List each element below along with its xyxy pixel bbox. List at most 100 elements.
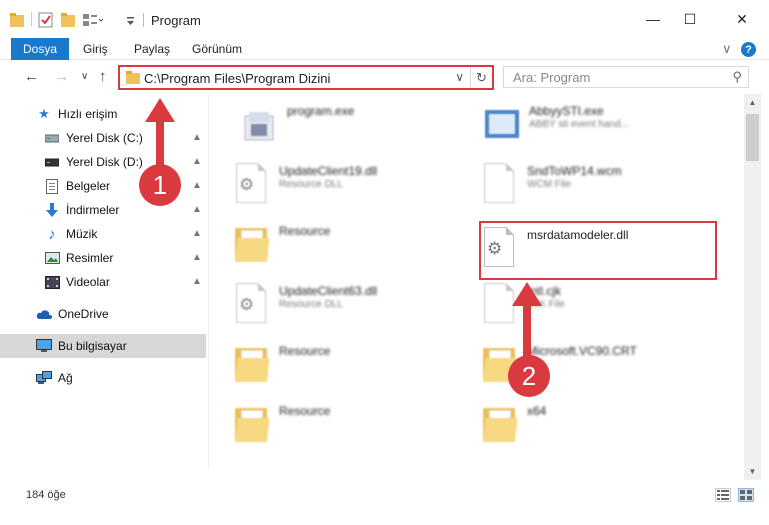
pin-icon[interactable]: ▲: [192, 180, 202, 191]
sidebar-item-label: OneDrive: [58, 307, 109, 321]
quick-access-toolbar: [10, 11, 24, 29]
details-view-button[interactable]: [715, 488, 731, 502]
search-input[interactable]: Ara: Program ⚲: [503, 66, 749, 88]
callout-1-badge: 1: [139, 164, 181, 206]
sidebar-item-label: Yerel Disk (D:): [66, 155, 143, 169]
network-icon: [36, 370, 52, 386]
search-icon[interactable]: ⚲: [732, 69, 742, 85]
file-type: WCM File: [527, 179, 571, 190]
folder-name: Resource: [279, 404, 331, 418]
back-button[interactable]: ←: [24, 68, 39, 85]
callout-2-badge: 2: [508, 355, 550, 397]
sidebar-item-label: Videolar: [66, 275, 110, 289]
folder-icon: [481, 402, 518, 444]
tab-paylas[interactable]: Paylaş: [134, 42, 170, 56]
search-placeholder: Ara: Program: [513, 70, 591, 85]
title-separator: [143, 13, 144, 27]
highlight-box: [479, 221, 717, 280]
callout-2-stem: [523, 302, 531, 360]
sidebar-item-label: Bu bilgisayar: [58, 339, 127, 353]
folder-item[interactable]: Resource: [233, 218, 473, 268]
sidebar-item-label: Hızlı erişim: [58, 107, 118, 121]
ribbon: Dosya Giriş Paylaş Görünüm ∨ ?: [0, 38, 769, 60]
item-count: 184 öğe: [26, 489, 66, 501]
recent-locations-button[interactable]: ∨: [81, 71, 88, 82]
folder-icon: [126, 71, 140, 84]
file-name: program.exe: [287, 104, 355, 118]
dll-icon: ⚙: [233, 282, 269, 324]
folder-icon: [233, 222, 270, 264]
file-name: SndToWP14.wcm: [527, 164, 622, 178]
scroll-down-button[interactable]: ▼: [744, 463, 761, 480]
view-options-icon[interactable]: [82, 11, 104, 29]
file-item[interactable]: SndToWP14.wcm WCM File: [481, 158, 721, 208]
tab-dosya[interactable]: Dosya: [11, 38, 69, 60]
computer-icon: [36, 338, 52, 354]
pin-icon[interactable]: ▲: [192, 252, 202, 263]
properties-icon[interactable]: [38, 11, 54, 29]
tiles-view-button[interactable]: [738, 488, 754, 502]
file-list: program.exe AbbyySTI.exe ABBY sti event …: [209, 94, 744, 480]
up-button[interactable]: ↑: [99, 68, 107, 85]
help-icon[interactable]: ?: [741, 42, 756, 57]
exe-icon: [241, 102, 277, 144]
pin-icon[interactable]: ▲: [192, 228, 202, 239]
file-item[interactable]: ⚙ UpdateClient63.dll Resource DLL: [233, 278, 473, 328]
file-icon: [481, 162, 517, 204]
pin-icon[interactable]: ▲: [192, 204, 202, 215]
scroll-up-button[interactable]: ▲: [744, 94, 761, 111]
sidebar-item-ag[interactable]: Ağ: [0, 366, 206, 390]
download-icon: [44, 202, 60, 218]
address-dropdown-button[interactable]: ∨: [455, 70, 464, 84]
folder-name: Resource: [279, 344, 331, 358]
customize-toolbar-icon[interactable]: [126, 11, 136, 29]
address-path: C:\Program Files\Program Dizini: [144, 71, 331, 86]
scroll-thumb[interactable]: [746, 114, 759, 161]
title-bar: Program — ☐ ✕: [0, 0, 769, 38]
sidebar-item-indirmeler[interactable]: İndirmeler ▲: [0, 198, 206, 222]
navigation-bar: ← → ∨ ↑ C:\Program Files\Program Dizini …: [0, 60, 769, 94]
drive-icon: [44, 130, 60, 146]
status-bar: 184 öğe: [0, 480, 769, 525]
file-name: UpdateClient63.dll: [279, 284, 378, 298]
pin-icon[interactable]: ▲: [192, 276, 202, 287]
folder-icon: [233, 402, 270, 444]
maximize-button[interactable]: ☐: [667, 0, 713, 38]
sidebar-item-videolar[interactable]: Videolar ▲: [0, 270, 206, 294]
close-button[interactable]: ✕: [719, 0, 765, 38]
sidebar-item-hizli-erisim[interactable]: ★ Hızlı erişim: [0, 102, 206, 126]
callout-1-stem: [156, 118, 164, 168]
music-icon: ♪: [48, 225, 56, 243]
navigation-pane: ★ Hızlı erişim Yerel Disk (C:) ▲ Yerel D…: [0, 94, 208, 468]
folder-icon[interactable]: [10, 12, 24, 28]
new-folder-icon[interactable]: [60, 11, 76, 29]
sidebar-item-resimler[interactable]: Resimler ▲: [0, 246, 206, 270]
folder-item[interactable]: Resource: [233, 398, 473, 448]
pin-icon[interactable]: ▲: [192, 156, 202, 167]
sidebar-item-label: İndirmeler: [66, 203, 120, 217]
file-item[interactable]: ⚙ UpdateClient19.dll Resource DLL: [233, 158, 473, 208]
videos-icon: [44, 274, 60, 290]
forward-button[interactable]: →: [54, 68, 69, 85]
sidebar-item-label: Belgeler: [66, 179, 111, 193]
dll-icon: ⚙: [233, 162, 269, 204]
pin-icon[interactable]: ▲: [192, 132, 202, 143]
window-title: Program: [151, 13, 201, 28]
vertical-scrollbar[interactable]: ▲ ▼: [744, 94, 761, 480]
sidebar-item-onedrive[interactable]: OneDrive: [0, 302, 206, 326]
pictures-icon: [44, 250, 60, 266]
qa-separator: [31, 12, 32, 26]
sidebar-item-label: Resimler: [66, 251, 114, 265]
refresh-button[interactable]: ↻: [470, 67, 492, 88]
folder-item[interactable]: x64: [481, 398, 721, 448]
file-item[interactable]: program.exe: [241, 98, 471, 148]
file-item[interactable]: AbbyySTI.exe ABBY sti event hand...: [483, 98, 723, 148]
sidebar-item-muzik[interactable]: ♪ Müzik ▲: [0, 222, 206, 246]
sidebar-item-bu-bilgisayar[interactable]: Bu bilgisayar: [0, 334, 206, 358]
tab-giris[interactable]: Giriş: [83, 42, 108, 56]
sidebar-item-yerel-disk-c[interactable]: Yerel Disk (C:) ▲: [0, 126, 206, 150]
tab-gorunum[interactable]: Görünüm: [192, 42, 242, 56]
address-bar[interactable]: C:\Program Files\Program Dizini ∨ ↻: [118, 65, 494, 90]
folder-item[interactable]: Resource: [233, 338, 473, 388]
collapse-ribbon-icon[interactable]: ∨: [722, 41, 732, 57]
